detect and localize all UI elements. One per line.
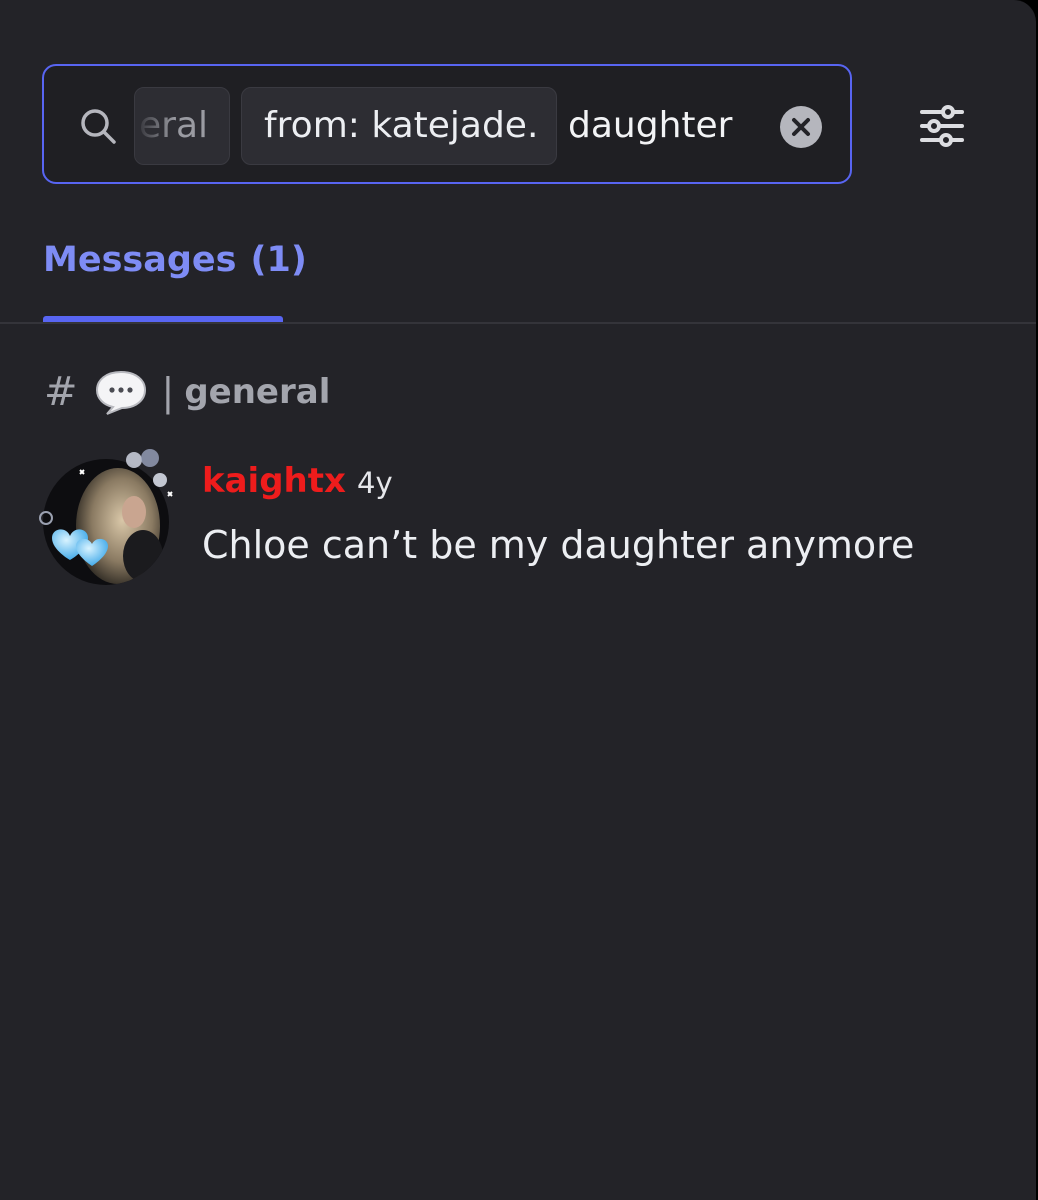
message-timestamp: 4y: [357, 466, 393, 500]
search-input[interactable]: daughter: [568, 87, 732, 165]
clear-x-icon: [792, 118, 810, 136]
tab-divider: [0, 322, 1036, 324]
message-author[interactable]: kaightx: [202, 456, 346, 506]
tab-messages-label: Messages: [43, 240, 237, 280]
speech-bubble-icon: [95, 370, 146, 415]
search-bar[interactable]: eral from: katejade. daughter: [42, 64, 852, 184]
avatar[interactable]: [38, 446, 174, 592]
search-screen: eral from: katejade. daughter Messages (1…: [0, 0, 1036, 1200]
tab-messages[interactable]: Messages (1): [43, 230, 307, 290]
search-icon: [81, 109, 116, 144]
channel-name: general: [184, 372, 331, 412]
from-filter-chip-label: from: katejade.: [264, 105, 539, 146]
clear-search-button[interactable]: [780, 106, 822, 148]
message-text[interactable]: Chloe can’t be my daughter anymore: [202, 516, 914, 574]
channel-filter-chip[interactable]: eral: [134, 87, 230, 165]
from-filter-chip[interactable]: from: katejade.: [241, 87, 557, 165]
hash-icon: #: [44, 369, 78, 415]
channel-header[interactable]: # | general: [44, 362, 330, 422]
channel-separator: |: [161, 370, 175, 414]
tab-messages-count: (1): [250, 240, 307, 280]
chip-fade: [135, 88, 175, 164]
sliders-icon[interactable]: [916, 104, 968, 148]
